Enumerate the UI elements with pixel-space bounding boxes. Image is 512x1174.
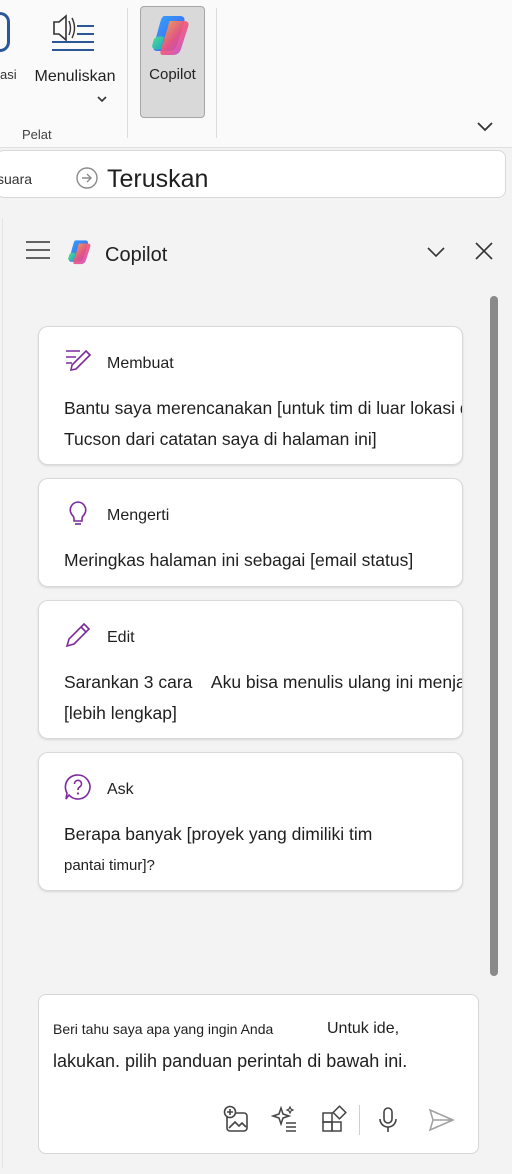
partial-ribbon-icon[interactable] bbox=[0, 12, 10, 52]
prompt-input[interactable]: Beri tahu saya apa yang ingin Anda Untuk… bbox=[38, 994, 479, 1154]
dictate-icon bbox=[52, 14, 94, 51]
copilot-ribbon-label: Copilot bbox=[149, 66, 196, 83]
draft-pencil-icon bbox=[66, 349, 92, 372]
card-prompt-line: pantai timur]? bbox=[64, 857, 155, 874]
send-icon[interactable] bbox=[426, 1105, 456, 1135]
copilot-logo-icon bbox=[152, 16, 189, 55]
card-prompt-line: Berapa banyak [proyek yang dimiliki tim bbox=[64, 824, 373, 844]
card-kind-label: Membuat bbox=[107, 355, 174, 372]
voice-label[interactable]: suara bbox=[0, 171, 32, 187]
prompt-card-understand[interactable]: Mengerti Meringkas halaman ini sebagai [… bbox=[38, 478, 463, 587]
card-prompt-text: Berapa banyak [proyek yang dimiliki tim … bbox=[64, 819, 462, 881]
card-prompt-text: Meringkas halaman ini sebagai [email sta… bbox=[64, 545, 462, 576]
add-image-icon[interactable] bbox=[222, 1105, 252, 1135]
dictate-label: Menuliskan bbox=[34, 68, 116, 85]
close-icon[interactable] bbox=[473, 240, 495, 262]
prompt-card-ask[interactable]: Ask Berapa banyak [proyek yang dimiliki … bbox=[38, 752, 463, 891]
copilot-logo-icon bbox=[68, 240, 91, 265]
dictate-button[interactable]: Menuliskan bbox=[30, 6, 120, 116]
card-kind-label: Ask bbox=[107, 781, 134, 798]
pencil-icon bbox=[65, 622, 91, 648]
card-kind-label: Edit bbox=[107, 629, 135, 646]
card-prompt-text: Sarankan 3 cara Aku bisa menulis ulang i… bbox=[64, 667, 463, 729]
prompt-card-edit[interactable]: Edit Sarankan 3 cara Aku bisa menulis ul… bbox=[38, 600, 463, 739]
card-prompt-line: [lebih lengkap] bbox=[64, 703, 177, 723]
card-prompt-line: Tucson dari catatan saya di halaman ini] bbox=[64, 429, 377, 449]
input-placeholder: Untuk ide, bbox=[327, 1020, 400, 1037]
forward-label[interactable]: Teruskan bbox=[107, 165, 208, 194]
sparkle-prompts-icon[interactable] bbox=[270, 1105, 300, 1135]
command-bar: suara Teruskan bbox=[0, 148, 512, 218]
hamburger-menu-icon[interactable] bbox=[25, 240, 51, 260]
microphone-icon[interactable] bbox=[373, 1105, 403, 1135]
pane-header: Copilot bbox=[3, 218, 506, 288]
partial-ribbon-label[interactable]: asi bbox=[0, 67, 17, 82]
card-prompt-line: Meringkas halaman ini sebagai [email sta… bbox=[64, 550, 414, 570]
card-prompt-line: Sarankan 3 cara Aku bisa menulis ulang i… bbox=[64, 672, 463, 692]
ribbon-divider bbox=[216, 8, 217, 138]
question-bubble-icon bbox=[64, 774, 91, 800]
forward-arrow-icon[interactable] bbox=[75, 166, 99, 190]
copilot-pane: Copilot Membuat Bantu saya merencanakan … bbox=[2, 218, 505, 1168]
prompt-card-create[interactable]: Membuat Bantu saya merencanakan [untuk t… bbox=[38, 326, 463, 465]
chevron-down-icon[interactable] bbox=[96, 94, 108, 104]
chevron-down-icon[interactable] bbox=[425, 242, 447, 262]
ribbon-group-label: Pelat bbox=[22, 127, 52, 142]
card-prompt-line: Bantu saya merencanakan [untuk tim di lu… bbox=[64, 398, 463, 418]
ribbon: asi Menuliskan Pelat Copilot bbox=[0, 0, 512, 148]
plugins-icon[interactable] bbox=[319, 1105, 349, 1135]
card-kind-label: Mengerti bbox=[107, 507, 170, 524]
pane-title: Copilot bbox=[105, 244, 168, 266]
scrollbar[interactable] bbox=[490, 296, 498, 976]
toolbar-divider bbox=[359, 1105, 360, 1135]
card-prompt-text: Bantu saya merencanakan [untuk tim di lu… bbox=[64, 393, 463, 455]
ribbon-divider bbox=[127, 8, 128, 138]
input-placeholder: lakukan. pilih panduan perintah di bawah… bbox=[53, 1051, 408, 1071]
ribbon-expand-chevron-icon[interactable] bbox=[474, 117, 496, 137]
input-placeholder: Beri tahu saya apa yang ingin Anda bbox=[53, 1021, 274, 1037]
copilot-ribbon-button[interactable]: Copilot bbox=[140, 6, 205, 118]
lightbulb-icon bbox=[69, 501, 87, 525]
command-bar-pill: suara Teruskan bbox=[0, 150, 506, 198]
